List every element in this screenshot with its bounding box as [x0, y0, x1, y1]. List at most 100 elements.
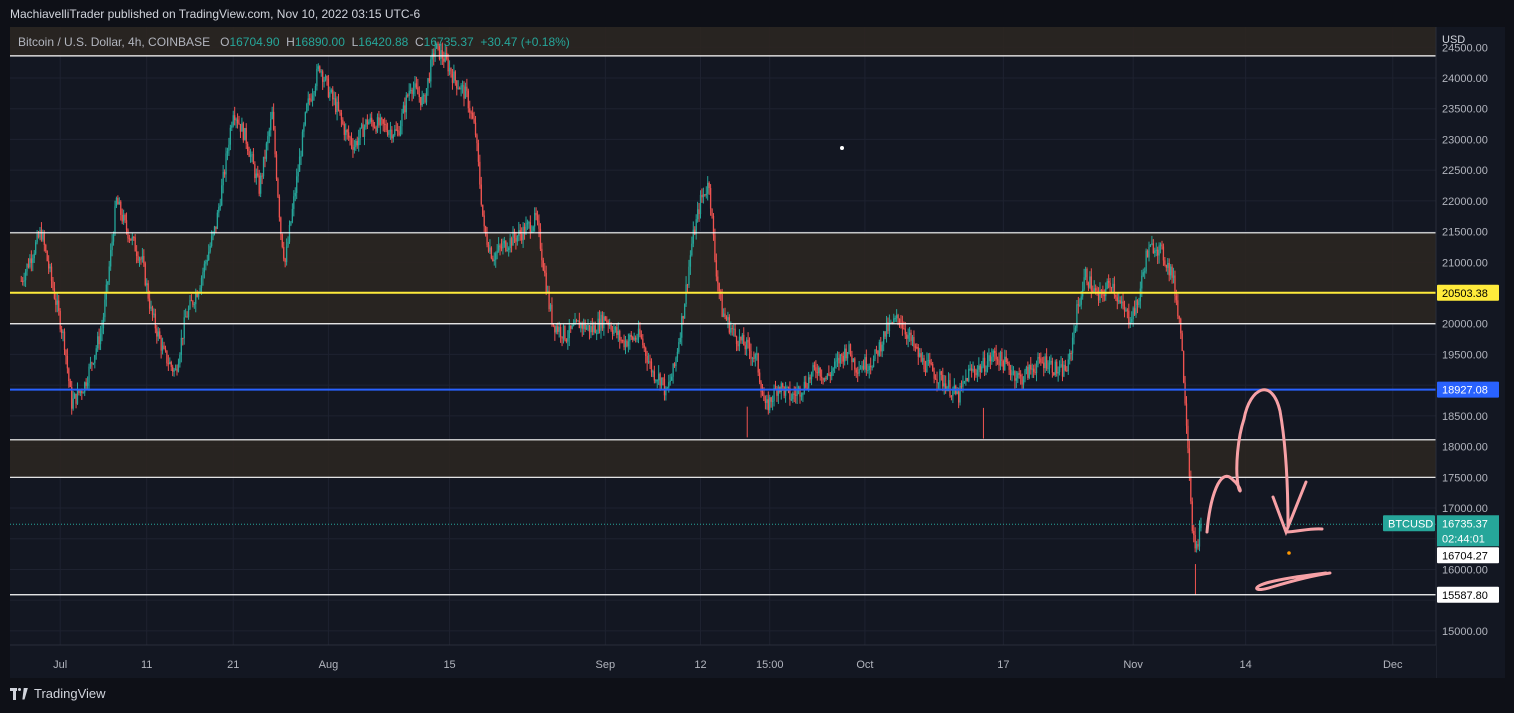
- candle-body: [679, 337, 681, 343]
- candle-body: [356, 140, 358, 146]
- candle-body: [683, 304, 686, 319]
- candle-body: [37, 233, 40, 238]
- candle-body: [891, 321, 893, 323]
- candle-body: [593, 325, 595, 333]
- candle-body: [495, 253, 497, 260]
- candle-body: [1190, 476, 1192, 502]
- candle-body: [695, 219, 697, 235]
- candle-body: [1184, 382, 1186, 404]
- candle-body: [272, 111, 275, 130]
- price-chart[interactable]: USD15000.0016000.0016500.0017000.0017500…: [10, 27, 1505, 678]
- candle-body: [1092, 290, 1094, 292]
- candle-body: [281, 234, 283, 247]
- candle-body: [704, 194, 706, 196]
- candle-body: [1109, 282, 1111, 288]
- candle-body: [962, 381, 964, 387]
- candle-body: [795, 394, 797, 396]
- candle-body: [505, 240, 507, 251]
- candle-body: [1116, 297, 1118, 302]
- candle-body: [748, 342, 751, 352]
- candle-body: [988, 355, 990, 362]
- candle-body: [195, 293, 197, 305]
- candle-body: [727, 317, 729, 321]
- candle-body: [157, 331, 159, 337]
- candle-body: [65, 350, 67, 356]
- candle-body: [1012, 371, 1015, 373]
- candle-body: [910, 332, 912, 341]
- candle-body: [464, 86, 467, 99]
- candle-body: [792, 393, 794, 400]
- candle-body: [604, 316, 606, 321]
- candle-body: [790, 399, 793, 401]
- candle-body: [1017, 373, 1019, 379]
- candle-body: [385, 124, 387, 131]
- candle-body: [216, 212, 219, 229]
- candle-body: [448, 68, 451, 72]
- candle-body: [833, 361, 836, 369]
- ohlc-legend: Bitcoin / U.S. Dollar, 4h, COINBASE O167…: [18, 35, 570, 49]
- candle-body: [320, 71, 322, 73]
- low-value: 16420.88: [358, 35, 409, 49]
- candle-body: [705, 193, 707, 196]
- candle-body: [122, 214, 125, 222]
- candle-body: [45, 244, 47, 251]
- candle-body: [691, 243, 693, 256]
- price-tick-label: 17500.00: [1442, 472, 1488, 484]
- candle-body: [544, 270, 546, 273]
- price-tick-label: 23000.00: [1442, 134, 1488, 146]
- candle-body: [741, 334, 743, 341]
- candle-body: [848, 344, 850, 352]
- candle-body: [98, 336, 100, 345]
- candle-body: [1145, 250, 1147, 272]
- candle-body: [174, 368, 177, 370]
- candle-body: [669, 380, 671, 383]
- candle-body: [587, 325, 589, 328]
- symbol-description[interactable]: Bitcoin / U.S. Dollar, 4h, COINBASE: [18, 35, 210, 49]
- candle-body: [867, 370, 869, 372]
- candle-body: [1048, 362, 1051, 369]
- candle-body: [372, 121, 374, 128]
- footer-brand[interactable]: TradingView: [34, 686, 106, 701]
- candle-body: [345, 129, 347, 135]
- candle-body: [969, 368, 971, 370]
- candle-body: [62, 331, 64, 334]
- candle-body: [1110, 287, 1113, 289]
- candle-body: [298, 156, 301, 172]
- candle-body: [222, 171, 224, 186]
- candle-body: [868, 365, 870, 371]
- candle-body: [825, 377, 827, 380]
- candle-body: [369, 117, 371, 122]
- candle-body: [190, 300, 193, 302]
- candle-body: [461, 85, 464, 87]
- candle-body: [378, 117, 380, 126]
- candle-body: [205, 261, 207, 264]
- candle-body: [819, 367, 821, 377]
- candle-body: [904, 328, 906, 335]
- candle-body: [232, 115, 234, 126]
- candle-body: [1060, 364, 1062, 367]
- time-tick-label: 21: [227, 659, 239, 671]
- candle-body: [309, 98, 311, 100]
- candle-body: [787, 386, 790, 388]
- candle-body: [1037, 357, 1039, 366]
- price-tick-label: 17000.00: [1442, 503, 1488, 515]
- candle-body: [490, 247, 493, 259]
- candle-body: [597, 318, 599, 334]
- candle-body: [676, 351, 679, 358]
- price-tick-label: 15000.00: [1442, 626, 1488, 638]
- candle-body: [756, 353, 758, 355]
- candle-body: [766, 399, 768, 403]
- candle-body: [108, 266, 110, 282]
- candle-body: [940, 371, 942, 375]
- plain-price-label: 16704.27: [1442, 550, 1488, 562]
- candle-body: [277, 178, 279, 197]
- candle-body: [685, 284, 687, 305]
- candle-body: [290, 221, 292, 226]
- candle-body: [362, 124, 364, 137]
- publication-info: MachiavelliTrader published on TradingVi…: [10, 7, 421, 21]
- candle-body: [346, 129, 348, 133]
- tradingview-logo-icon[interactable]: [10, 687, 28, 700]
- candle-body: [226, 151, 229, 154]
- candle-body: [963, 381, 966, 383]
- candle-body: [180, 337, 182, 355]
